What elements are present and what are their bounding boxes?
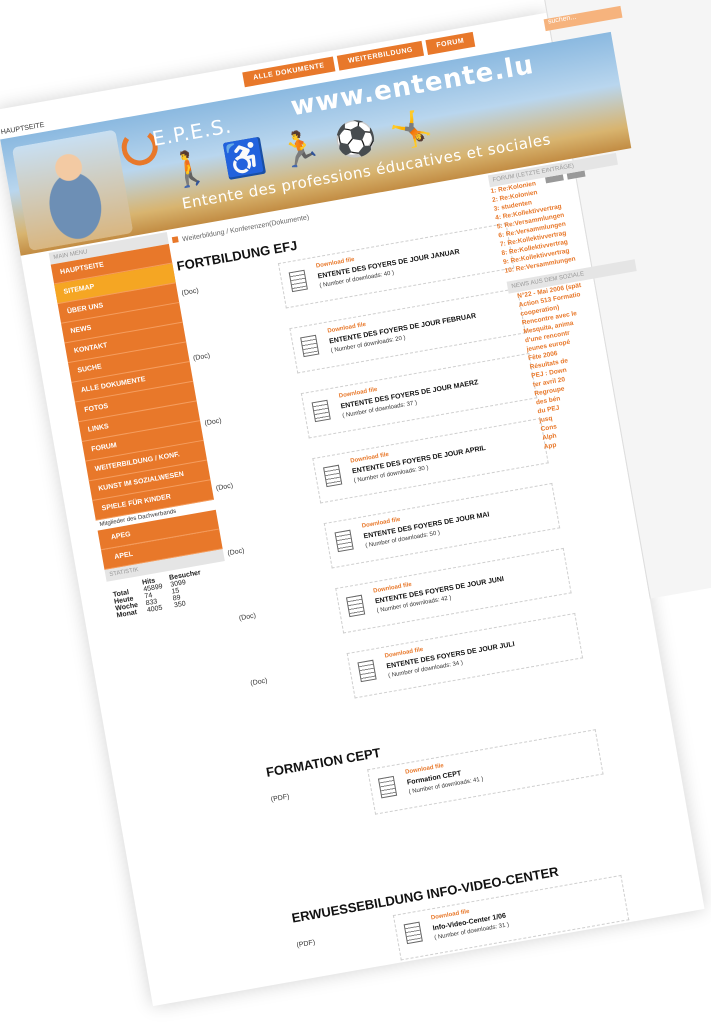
document-icon — [323, 464, 343, 488]
file-type: (Doc) — [249, 677, 269, 688]
web-page: HAUPTSEITE ALLE DOKUMENTE WEITERBILDUNG … — [0, 0, 711, 1007]
news-list: N°22 - Mai 2006 (spät Action 513 Formatio… — [509, 271, 665, 453]
document-icon — [377, 775, 398, 799]
content-section: FORMATION CEPT — [265, 745, 382, 780]
child-photo — [11, 129, 134, 252]
document-icon — [300, 334, 320, 358]
section-title: FORMATION CEPT — [264, 744, 382, 780]
file-type: (Doc) — [227, 547, 246, 558]
document-icon — [403, 921, 423, 945]
file-type: (PDF) — [270, 793, 291, 804]
nav-forum[interactable]: FORUM — [425, 31, 476, 55]
download-box[interactable]: Download file Formation CEPT( Number of d… — [367, 729, 604, 815]
file-type: (Doc) — [192, 352, 211, 363]
file-type: (Doc) — [238, 612, 257, 623]
file-type: (Doc) — [181, 287, 200, 298]
file-type: (PDF) — [296, 939, 316, 950]
file-type: (Doc) — [215, 482, 234, 493]
screenshot-stage: HAUPTSEITE ALLE DOKUMENTE WEITERBILDUNG … — [0, 0, 711, 1034]
document-icon — [357, 659, 377, 683]
document-icon — [334, 529, 354, 553]
document-icon — [311, 399, 331, 423]
document-icon — [288, 269, 308, 293]
file-type: (Doc) — [204, 417, 223, 428]
document-icon — [345, 594, 366, 618]
main-menu: HAUPTSEITE SITEMAP ÜBER UNS NEWS KONTAKT SUCH… — [50, 243, 215, 521]
